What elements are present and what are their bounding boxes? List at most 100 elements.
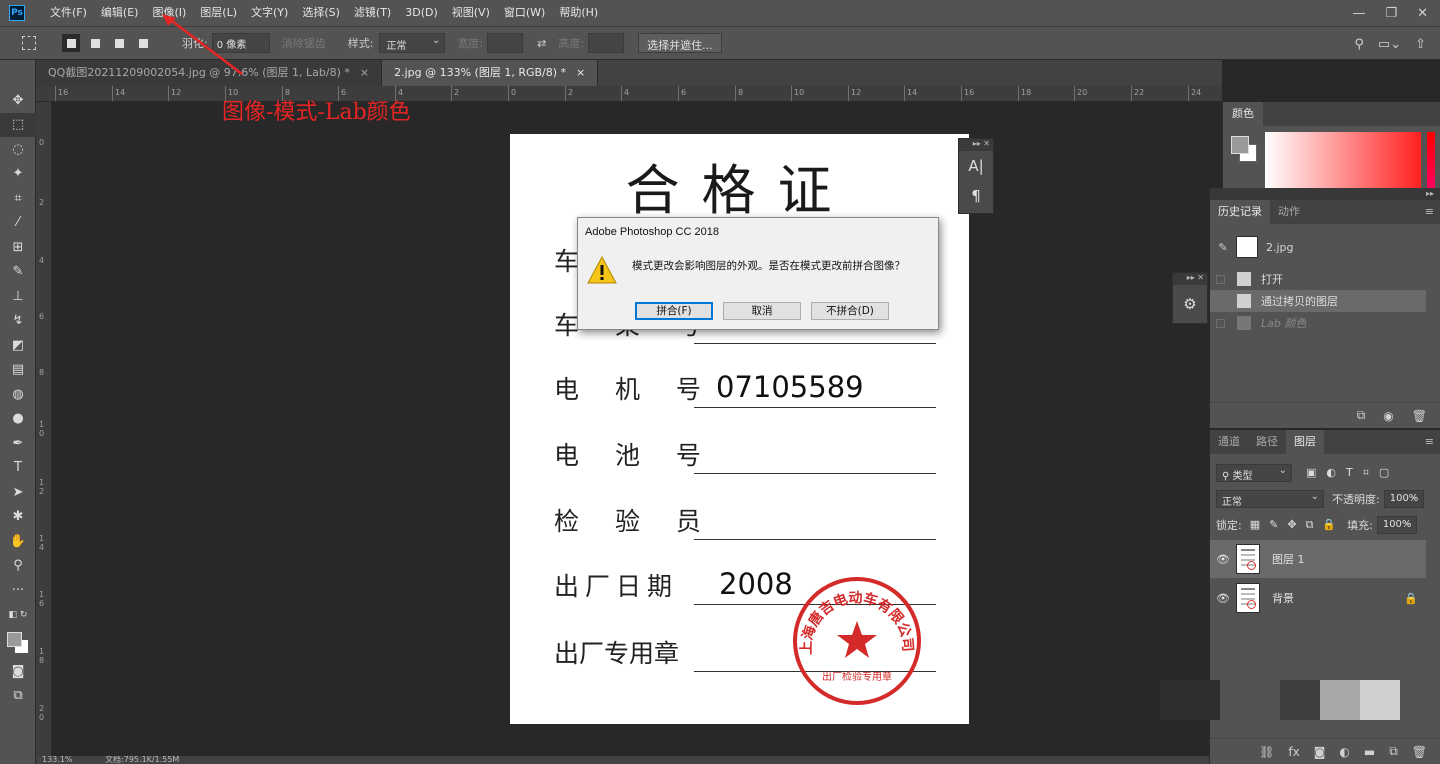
- close-tab-icon[interactable]: ×: [360, 60, 369, 86]
- tab-history[interactable]: 历史记录: [1210, 200, 1270, 224]
- panel-collapse-icon[interactable]: ▸▸: [1210, 188, 1440, 200]
- flatten-button[interactable]: 拼合(F): [635, 302, 713, 320]
- magic-wand-tool-icon[interactable]: ✦: [0, 162, 36, 187]
- new-layer-icon[interactable]: ⧉: [1389, 744, 1398, 759]
- subtract-selection-mode[interactable]: [110, 34, 128, 52]
- eye-icon[interactable]: 👁: [1210, 592, 1236, 605]
- antialias-checkbox[interactable]: 消除锯齿: [282, 35, 326, 51]
- add-mask-icon[interactable]: ◙: [1314, 745, 1326, 759]
- close-tab-icon[interactable]: ×: [576, 60, 585, 86]
- restore-icon[interactable]: ❐: [1385, 6, 1397, 21]
- history-brush-tool-icon[interactable]: ↯: [0, 309, 36, 334]
- color-swatches-icon[interactable]: [0, 627, 36, 659]
- layer-row[interactable]: 👁 背景 🔒: [1210, 579, 1426, 617]
- layer-filter-icons[interactable]: ▣◐T⌗▢: [1306, 466, 1399, 480]
- brush-tool-icon[interactable]: ✎: [0, 260, 36, 285]
- trash-icon[interactable]: 🗑: [1412, 745, 1427, 759]
- panel-menu-icon[interactable]: ≡: [1425, 205, 1434, 218]
- paragraph-icon[interactable]: ¶: [959, 181, 993, 211]
- adjustment-layer-icon[interactable]: ◐: [1339, 745, 1349, 759]
- marquee-tool-preset-icon[interactable]: [22, 36, 36, 50]
- history-item[interactable]: 通过拷贝的图层: [1210, 290, 1426, 312]
- tab-document-2[interactable]: 2.jpg @ 133% (图层 1, RGB/8) * ×: [382, 60, 599, 86]
- new-selection-mode[interactable]: [62, 34, 80, 52]
- stamp-tool-icon[interactable]: ⊥: [0, 284, 36, 309]
- menu-select[interactable]: 选择(S): [295, 0, 347, 26]
- panel-menu-icon[interactable]: ≡: [1425, 435, 1434, 448]
- tab-color[interactable]: 颜色: [1223, 102, 1263, 126]
- minimize-icon[interactable]: —: [1352, 6, 1365, 21]
- pen-tool-icon[interactable]: ✒: [0, 431, 36, 456]
- layer-kind-filter[interactable]: ⚲ 类型: [1216, 464, 1292, 482]
- layer-row[interactable]: 👁 图层 1: [1210, 540, 1426, 578]
- menu-edit[interactable]: 编辑(E): [94, 0, 146, 26]
- move-tool-icon[interactable]: ✥: [0, 88, 36, 113]
- history-snapshot[interactable]: ✎ 2.jpg: [1210, 230, 1440, 264]
- lock-icons[interactable]: ▦✎✥⧉🔒: [1250, 518, 1345, 532]
- new-group-icon[interactable]: ▬: [1364, 745, 1375, 759]
- style-select[interactable]: 正常: [379, 33, 446, 53]
- swap-icon[interactable]: ⇄: [537, 37, 546, 50]
- shape-tool-icon[interactable]: ✱: [0, 505, 36, 530]
- search-icon[interactable]: ⚲: [1354, 37, 1364, 52]
- menu-3d[interactable]: 3D(D): [398, 0, 445, 26]
- dont-flatten-button[interactable]: 不拼合(D): [811, 302, 889, 320]
- lock-icon[interactable]: 🔒: [1404, 592, 1418, 605]
- opacity-input[interactable]: 100%: [1383, 490, 1424, 508]
- eyedropper-tool-icon[interactable]: ⁄: [0, 211, 36, 236]
- snapshot-camera-icon[interactable]: ◉: [1383, 409, 1393, 423]
- workspace-icon[interactable]: ▭⌄: [1378, 37, 1401, 52]
- tab-actions[interactable]: 动作: [1270, 200, 1308, 224]
- zoom-tool-icon[interactable]: ⚲: [0, 554, 36, 579]
- type-tool-icon[interactable]: T: [0, 456, 36, 481]
- quick-mask-icon[interactable]: ◙: [0, 659, 36, 684]
- lasso-tool-icon[interactable]: ◌: [0, 137, 36, 162]
- eye-icon[interactable]: 👁: [1210, 553, 1236, 566]
- character-icon[interactable]: A|: [959, 151, 993, 181]
- hue-slider[interactable]: [1427, 132, 1435, 188]
- swap-colors-icon[interactable]: ◧ ↻: [0, 603, 36, 628]
- tab-layers[interactable]: 图层: [1286, 430, 1324, 454]
- tab-channels[interactable]: 通道: [1210, 430, 1248, 454]
- menu-view[interactable]: 视图(V): [445, 0, 497, 26]
- menu-filter[interactable]: 滤镜(T): [347, 0, 398, 26]
- height-input[interactable]: [588, 33, 625, 53]
- cancel-button[interactable]: 取消: [723, 302, 801, 320]
- fill-input[interactable]: 100%: [1376, 516, 1417, 534]
- document-info[interactable]: 文档:795.1K/1.55M: [105, 756, 179, 764]
- layer-style-fx-icon[interactable]: fx: [1288, 745, 1299, 759]
- menu-file[interactable]: 文件(F): [43, 0, 94, 26]
- intersect-selection-mode[interactable]: [134, 34, 152, 52]
- add-selection-mode[interactable]: [86, 34, 104, 52]
- screen-mode-icon[interactable]: ⧉: [0, 684, 36, 709]
- menu-help[interactable]: 帮助(H): [552, 0, 605, 26]
- history-item[interactable]: Lab 颜色: [1210, 312, 1426, 334]
- crop-tool-icon[interactable]: ⌗: [0, 186, 36, 211]
- panel-collapse-icon[interactable]: ▸▸ ✕: [1173, 273, 1207, 285]
- color-spectrum[interactable]: [1265, 132, 1421, 188]
- panel-collapse-icon[interactable]: ▸▸ ✕: [959, 139, 993, 151]
- foreground-background-swatch[interactable]: [1231, 136, 1259, 164]
- menu-window[interactable]: 窗口(W): [497, 0, 552, 26]
- properties-icon[interactable]: ⚙: [1173, 285, 1207, 323]
- blur-tool-icon[interactable]: ◍: [0, 382, 36, 407]
- marquee-tool-icon[interactable]: ⬚: [0, 112, 36, 137]
- gradient-tool-icon[interactable]: ▤: [0, 358, 36, 383]
- zoom-level[interactable]: 133.1%: [42, 756, 73, 764]
- tab-paths[interactable]: 路径: [1248, 430, 1286, 454]
- patch-tool-icon[interactable]: ⊞: [0, 235, 36, 260]
- history-brush-source-icon[interactable]: ✎: [1210, 241, 1236, 254]
- path-selection-tool-icon[interactable]: ➤: [0, 480, 36, 505]
- select-and-mask-button[interactable]: 选择并遮住...: [638, 33, 722, 53]
- share-icon[interactable]: ⇧: [1415, 37, 1426, 52]
- eraser-tool-icon[interactable]: ◩: [0, 333, 36, 358]
- blend-mode-select[interactable]: 正常: [1216, 490, 1324, 508]
- dodge-tool-icon[interactable]: ●: [0, 407, 36, 432]
- trash-icon[interactable]: 🗑: [1412, 409, 1427, 423]
- history-item[interactable]: 打开: [1210, 268, 1426, 290]
- link-layers-icon[interactable]: ⛓: [1259, 745, 1274, 759]
- more-tools-icon[interactable]: ···: [0, 578, 36, 603]
- hand-tool-icon[interactable]: ✋: [0, 529, 36, 554]
- close-window-icon[interactable]: ✕: [1417, 6, 1428, 21]
- new-document-from-state-icon[interactable]: ⧉: [1357, 408, 1366, 423]
